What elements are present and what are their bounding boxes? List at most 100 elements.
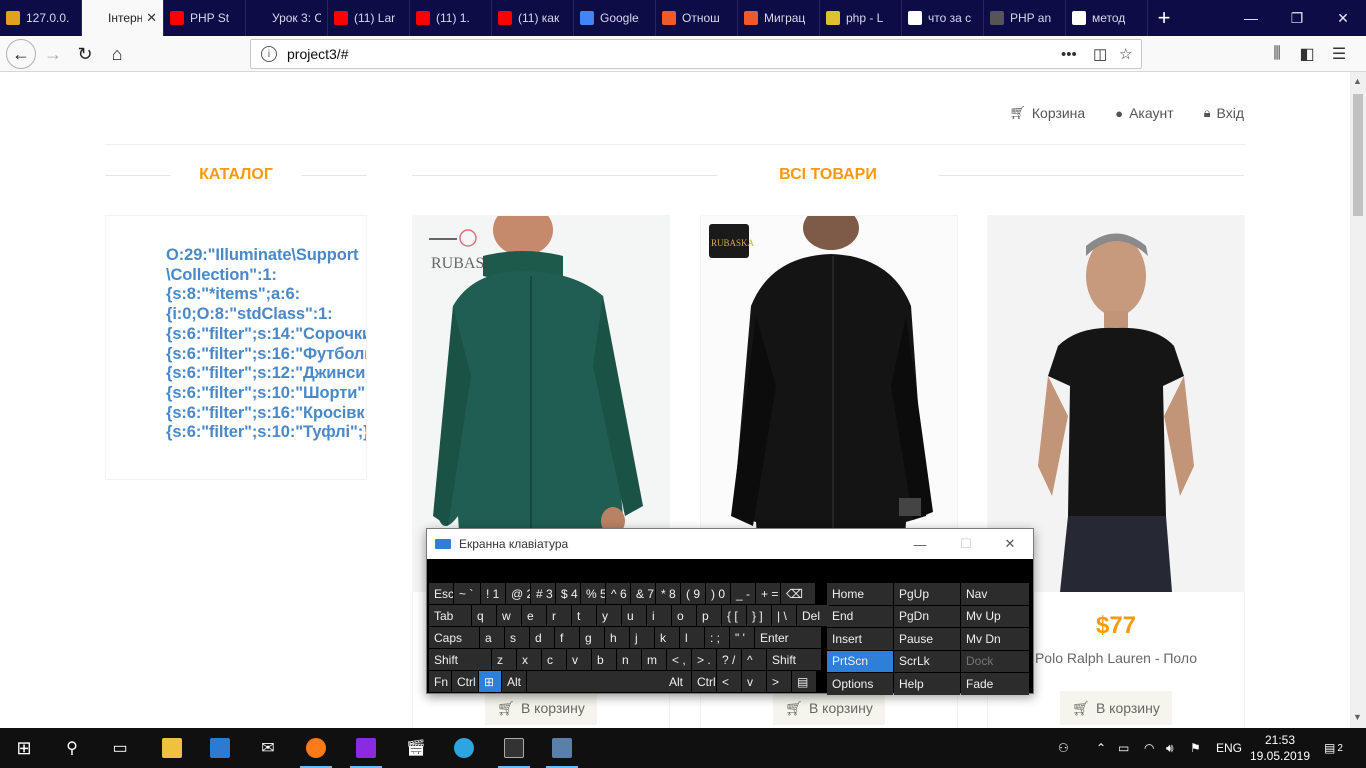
osk-key[interactable]: Caps xyxy=(429,627,479,648)
browser-tab[interactable]: Отнош xyxy=(656,0,738,36)
osk-key[interactable]: & 7 xyxy=(631,583,655,604)
wifi-icon[interactable]: ◠ xyxy=(1144,728,1154,768)
osk-nav-key[interactable]: PrtScn xyxy=(827,650,893,672)
osk-taskbar-button[interactable] xyxy=(538,728,586,768)
minimize-button[interactable]: — xyxy=(1228,0,1274,36)
browser-tab[interactable]: PHP an xyxy=(984,0,1066,36)
osk-key[interactable]: ⊞ xyxy=(479,671,501,692)
show-hidden-icons[interactable]: ⌃ xyxy=(1096,728,1106,768)
page-actions-button[interactable]: ••• xyxy=(1061,40,1077,68)
osk-nav-key[interactable]: Home xyxy=(827,583,893,605)
sidebar-icon[interactable]: ◧ xyxy=(1292,39,1322,69)
osk-nav-key[interactable]: PgDn xyxy=(894,605,960,627)
osk-key[interactable]: p xyxy=(697,605,721,626)
osk-nav-key[interactable]: ScrLk xyxy=(894,650,960,672)
battery-icon[interactable]: ▭ xyxy=(1118,728,1129,768)
url-text[interactable]: project3/# xyxy=(287,46,348,62)
osk-key[interactable]: ( 9 xyxy=(681,583,705,604)
firefox-button[interactable] xyxy=(292,728,340,768)
home-button[interactable]: ⌂ xyxy=(102,39,132,69)
osk-key[interactable]: d xyxy=(530,627,554,648)
tab-close-icon[interactable]: ✕ xyxy=(146,10,157,26)
osk-key[interactable]: a xyxy=(480,627,504,648)
osk-key[interactable]: Ctrl xyxy=(692,671,716,692)
browser-tab[interactable]: Урок 3: Cos xyxy=(246,0,328,36)
osk-key[interactable]: r xyxy=(547,605,571,626)
scrollbar-thumb[interactable] xyxy=(1353,94,1363,216)
add-to-cart-button[interactable]: 🛒︎ В корзину xyxy=(1060,691,1172,725)
osk-nav-key[interactable]: Mv Up xyxy=(961,605,1029,627)
osk-key[interactable]: z xyxy=(492,649,516,670)
action-center-button[interactable]: ▤ 2 xyxy=(1324,728,1343,768)
osk-key[interactable]: * 8 xyxy=(656,583,680,604)
site-info-icon[interactable]: i xyxy=(261,46,277,62)
store-button[interactable] xyxy=(196,728,244,768)
osk-key[interactable]: Fn xyxy=(429,671,451,692)
osk-key[interactable]: m xyxy=(642,649,666,670)
osk-key[interactable]: > xyxy=(767,671,791,692)
osk-nav-key[interactable]: Fade xyxy=(961,673,1029,695)
osk-close-button[interactable]: ✕ xyxy=(987,529,1033,559)
osk-nav-key[interactable]: End xyxy=(827,605,893,627)
back-button[interactable]: ← xyxy=(6,39,36,69)
osk-key[interactable]: f xyxy=(555,627,579,648)
browser-tab[interactable]: Миграц xyxy=(738,0,820,36)
volume-icon[interactable]: 🔊︎ xyxy=(1166,728,1174,768)
mail-button[interactable]: ✉ xyxy=(244,728,292,768)
osk-key[interactable]: Alt xyxy=(502,671,526,692)
osk-key[interactable]: e xyxy=(522,605,546,626)
browser-tab[interactable]: Google xyxy=(574,0,656,36)
language-indicator[interactable]: ENG xyxy=(1216,728,1242,768)
file-explorer-button[interactable] xyxy=(148,728,196,768)
osk-key[interactable]: x xyxy=(517,649,541,670)
osk-key[interactable]: $ 4 xyxy=(556,583,580,604)
menu-account-link[interactable]: ● Акаунт xyxy=(1115,105,1173,121)
forward-button[interactable]: → xyxy=(38,39,68,69)
scroll-up-icon[interactable]: ▲ xyxy=(1353,76,1362,86)
osk-key[interactable]: n xyxy=(617,649,641,670)
browser-tab[interactable]: (11) Lar xyxy=(328,0,410,36)
osk-nav-key[interactable]: Pause xyxy=(894,628,960,650)
osk-key[interactable]: q xyxy=(472,605,496,626)
osk-key[interactable]: ! 1 xyxy=(481,583,505,604)
osk-key[interactable]: Tab xyxy=(429,605,471,626)
osk-key[interactable]: # 3 xyxy=(531,583,555,604)
osk-key[interactable]: l xyxy=(680,627,704,648)
osk-key[interactable]: ? / xyxy=(717,649,741,670)
star-icon[interactable]: ☆ xyxy=(1119,40,1132,68)
osk-key[interactable]: < xyxy=(717,671,741,692)
osk-key[interactable]: Shift xyxy=(429,649,491,670)
osk-key[interactable]: } ] xyxy=(747,605,771,626)
url-bar[interactable]: i project3/# ••• ◫ ☆ xyxy=(250,39,1142,69)
osk-key[interactable]: ~ ` xyxy=(454,583,480,604)
osk-nav-key[interactable]: Mv Dn xyxy=(961,628,1029,650)
osk-nav-key[interactable]: Help xyxy=(894,673,960,695)
media-app-button[interactable]: 🎬︎ xyxy=(392,728,440,768)
osk-key[interactable]: Enter xyxy=(755,627,821,648)
osk-key[interactable]: > . xyxy=(692,649,716,670)
osk-nav-key[interactable]: Nav xyxy=(961,583,1029,605)
phpstorm-button[interactable] xyxy=(342,728,390,768)
osk-title-bar[interactable]: Екранна клавіатура — ☐ ✕ xyxy=(427,529,1033,559)
search-button[interactable]: ⚲ xyxy=(48,728,96,768)
osk-key[interactable]: + = xyxy=(756,583,780,604)
menu-icon[interactable]: ☰ xyxy=(1324,39,1354,69)
osk-key[interactable]: ) 0 xyxy=(706,583,730,604)
osk-key[interactable]: Esc xyxy=(429,583,453,604)
osk-key[interactable]: : ; xyxy=(705,627,729,648)
osk-key[interactable]: Alt xyxy=(527,671,691,692)
osk-key[interactable]: t xyxy=(572,605,596,626)
osk-key[interactable]: Ctrl xyxy=(452,671,478,692)
browser-tab[interactable]: метод xyxy=(1066,0,1148,36)
osk-nav-key[interactable]: Insert xyxy=(827,628,893,650)
browser-tab[interactable]: (11) 1. xyxy=(410,0,492,36)
pocket-icon[interactable]: ◫ xyxy=(1093,40,1107,68)
osk-nav-key[interactable]: PgUp xyxy=(894,583,960,605)
osk-key[interactable]: c xyxy=(542,649,566,670)
cmd-button[interactable] xyxy=(490,728,538,768)
osk-key[interactable]: % 5 xyxy=(581,583,605,604)
osk-key[interactable]: ⌫ xyxy=(781,583,815,604)
osk-key[interactable]: h xyxy=(605,627,629,648)
osk-key[interactable]: s xyxy=(505,627,529,648)
scroll-down-icon[interactable]: ▼ xyxy=(1353,712,1362,722)
